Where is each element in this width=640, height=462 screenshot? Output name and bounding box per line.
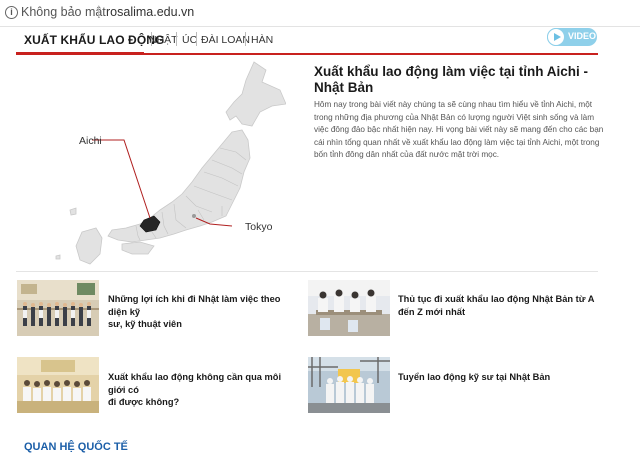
article-title-line[interactable]: Những lợi ích khi đi Nhật làm việc theo … bbox=[108, 293, 298, 318]
article-title-line[interactable]: Xuất khẩu lao động không cần qua môi giớ… bbox=[108, 371, 298, 396]
section-heading-international-relations[interactable]: QUAN HỆ QUỐC TẾ bbox=[24, 441, 128, 453]
japan-map[interactable] bbox=[36, 60, 286, 266]
nav-separator bbox=[245, 32, 246, 46]
featured-lead: Hôm nay trong bài viết này chúng ta sẽ c… bbox=[314, 99, 604, 162]
article-title-3[interactable]: Xuất khẩu lao động không cần qua môi giớ… bbox=[108, 371, 298, 409]
lead-line: cái nhìn tổng quan nhất về xuất khẩu lao… bbox=[314, 137, 600, 147]
article-title-1[interactable]: Những lợi ích khi đi Nhật làm việc theo … bbox=[108, 293, 298, 331]
article-title-line[interactable]: Tuyển lao động kỹ sư tại Nhật Bản bbox=[398, 371, 598, 384]
article-title-line[interactable]: sư, kỹ thuật viên bbox=[108, 318, 298, 331]
video-label: VIDEO bbox=[568, 31, 597, 41]
video-button[interactable]: VIDEO bbox=[547, 28, 597, 46]
lead-line: trong những địa phương của Nhật Bản có l… bbox=[314, 112, 595, 122]
article-title-line[interactable]: đến Z mới nhất bbox=[398, 306, 598, 319]
nav-brand-underline bbox=[16, 52, 144, 55]
map-label-aichi: Aichi bbox=[79, 135, 102, 147]
nav-item-dai-loan[interactable]: ĐÀI LOAN bbox=[201, 34, 250, 46]
article-thumbnail-class[interactable] bbox=[17, 357, 99, 413]
article-thumbnail-classroom[interactable] bbox=[17, 280, 99, 336]
lead-line: bốn tỉnh đông dân nhất của đất nước mặt … bbox=[314, 150, 500, 159]
section-divider bbox=[16, 271, 598, 272]
article-title-2[interactable]: Thủ tục đi xuất khẩu lao động Nhật Bản t… bbox=[398, 293, 598, 318]
nav-separator bbox=[176, 32, 177, 46]
article-thumbnail-workers[interactable] bbox=[308, 280, 390, 336]
featured-headline[interactable]: Xuất khẩu lao động làm việc tại tỉnh Aic… bbox=[314, 64, 604, 96]
lead-line: Hôm nay trong bài viết này chúng ta sẽ c… bbox=[314, 100, 593, 109]
nav-brand-title[interactable]: XUẤT KHẨU LAO ĐỘNG bbox=[24, 33, 164, 47]
address-bar[interactable]: i Không bảo mật | rosalima.edu.vn bbox=[0, 0, 640, 27]
nav-item-nhat[interactable]: NHẬT bbox=[149, 34, 178, 46]
security-status[interactable]: Không bảo mật bbox=[21, 5, 106, 19]
nav-item-han[interactable]: HÀN bbox=[251, 34, 273, 46]
article-title-line[interactable]: Thủ tục đi xuất khẩu lao động Nhật Bản t… bbox=[398, 293, 598, 306]
article-title-4[interactable]: Tuyển lao động kỹ sư tại Nhật Bản bbox=[398, 371, 598, 384]
url-text[interactable]: rosalima.edu.vn bbox=[106, 5, 194, 19]
article-title-line[interactable]: đi được không? bbox=[108, 396, 298, 409]
nav-separator bbox=[196, 32, 197, 46]
map-label-tokyo: Tokyo bbox=[245, 221, 273, 233]
info-icon[interactable]: i bbox=[5, 6, 18, 19]
lead-line: việc đông đảo bậc nhất hiện nay. Hi vọng… bbox=[314, 125, 604, 134]
tokyo-marker bbox=[192, 214, 196, 218]
nav-item-uc[interactable]: ÚC bbox=[182, 34, 197, 46]
address-separator: | bbox=[97, 4, 101, 18]
play-icon bbox=[547, 28, 565, 46]
category-nav: XUẤT KHẨU LAO ĐỘNG NHẬT ÚC ĐÀI LOAN HÀN bbox=[16, 27, 598, 55]
article-thumbnail-engineers[interactable] bbox=[308, 357, 390, 413]
